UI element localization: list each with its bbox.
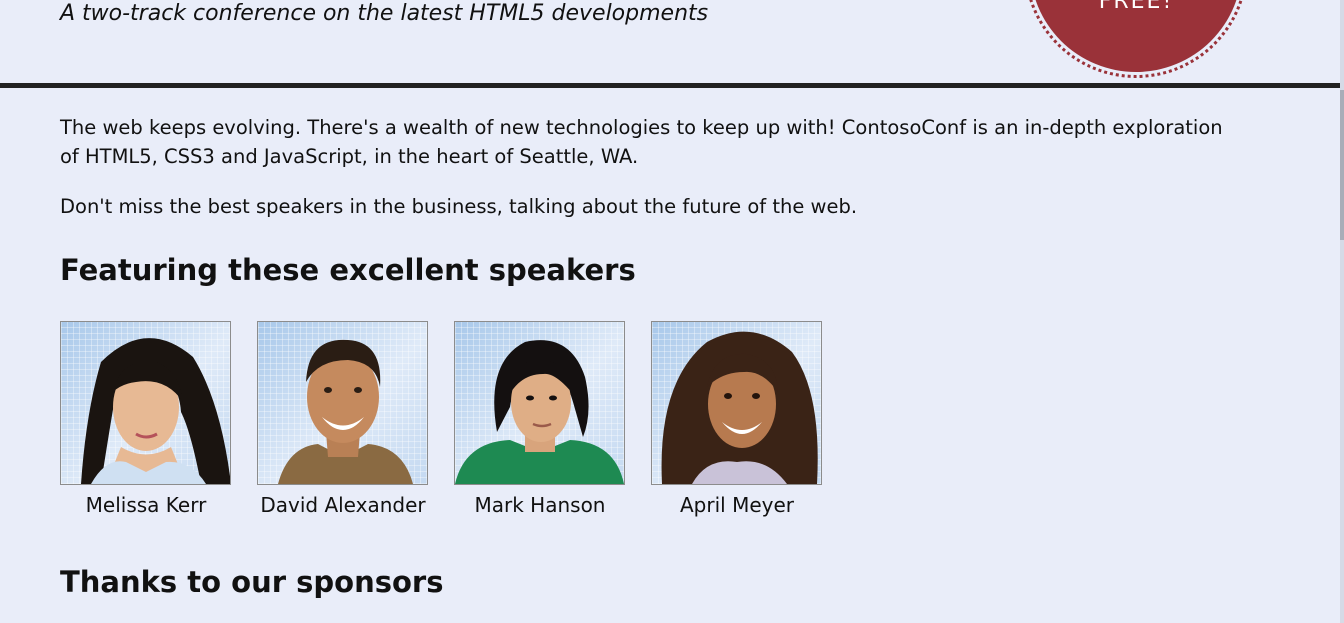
header-divider: [0, 83, 1340, 88]
speaker-card[interactable]: Mark Hanson: [454, 321, 626, 518]
scrollbar-thumb[interactable]: [1340, 90, 1344, 240]
intro-paragraph-1: The web keeps evolving. There's a wealth…: [60, 116, 1223, 168]
intro-section: The web keeps evolving. There's a wealth…: [60, 113, 1240, 221]
vertical-scrollbar[interactable]: [1340, 0, 1344, 623]
speaker-photo[interactable]: [454, 321, 625, 485]
speaker-name: Mark Hanson: [474, 493, 606, 517]
speaker-name: April Meyer: [680, 493, 794, 517]
badge-text: FREE!: [1098, 0, 1174, 14]
speakers-heading: Featuring these excellent speakers: [60, 253, 636, 287]
speaker-name: Melissa Kerr: [85, 493, 207, 517]
speakers-list: Melissa Kerr David Alexander Mark Hanson…: [60, 321, 848, 518]
conference-tagline: A two-track conference on the latest HTM…: [60, 1, 709, 26]
speaker-name: David Alexander: [260, 493, 426, 517]
speaker-card[interactable]: Melissa Kerr: [60, 321, 232, 518]
speaker-photo[interactable]: [60, 321, 231, 485]
speaker-photo[interactable]: [651, 321, 822, 485]
speaker-card[interactable]: David Alexander: [257, 321, 429, 518]
sponsors-heading: Thanks to our sponsors: [60, 565, 444, 599]
speaker-photo[interactable]: [257, 321, 428, 485]
free-badge: FREE!: [1024, 0, 1248, 78]
speaker-card[interactable]: April Meyer: [651, 321, 823, 518]
intro-paragraph-2: Don't miss the best speakers in the busi…: [60, 195, 858, 218]
page: A two-track conference on the latest HTM…: [0, 0, 1344, 623]
